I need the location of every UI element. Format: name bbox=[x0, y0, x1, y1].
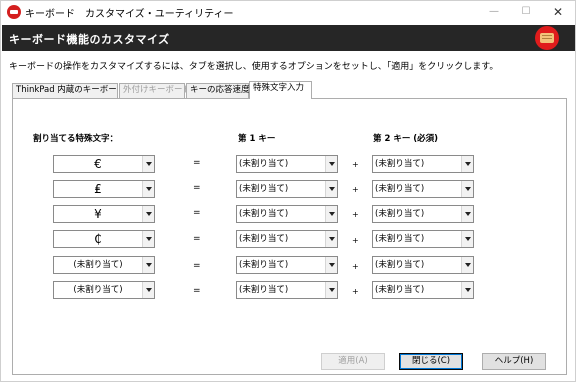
equals-sign: = bbox=[193, 208, 201, 218]
first-key-value: (未割り当て) bbox=[239, 260, 289, 270]
equals-sign: = bbox=[193, 286, 201, 296]
chevron-down-icon[interactable] bbox=[142, 181, 154, 197]
chevron-down-icon[interactable] bbox=[142, 156, 154, 172]
second-key-value: (未割り当て) bbox=[375, 285, 425, 295]
chevron-down-icon[interactable] bbox=[325, 181, 337, 197]
first-key-select[interactable]: (未割り当て) bbox=[236, 155, 338, 173]
chevron-down-icon[interactable] bbox=[325, 156, 337, 172]
special-char-select[interactable]: ₵ bbox=[53, 230, 155, 248]
special-char-select[interactable]: (未割り当て) bbox=[53, 281, 155, 299]
second-key-value: (未割り当て) bbox=[375, 159, 425, 169]
first-key-select[interactable]: (未割り当て) bbox=[236, 281, 338, 299]
special-char-select[interactable]: (未割り当て) bbox=[53, 256, 155, 274]
first-key-select[interactable]: (未割り当て) bbox=[236, 230, 338, 248]
chevron-down-icon[interactable] bbox=[461, 156, 473, 172]
header-title: キーボード機能のカスタマイズ bbox=[9, 33, 170, 46]
special-char-select[interactable]: ₤ bbox=[53, 180, 155, 198]
special-char-select[interactable]: € bbox=[53, 155, 155, 173]
plus-sign: + bbox=[352, 236, 359, 245]
chevron-down-icon[interactable] bbox=[325, 257, 337, 273]
plus-sign: + bbox=[352, 287, 359, 296]
chevron-down-icon[interactable] bbox=[142, 257, 154, 273]
chevron-down-icon[interactable] bbox=[461, 231, 473, 247]
special-char-select[interactable]: ¥ bbox=[53, 205, 155, 223]
help-button[interactable]: ヘルプ(H) bbox=[482, 353, 546, 370]
second-key-select[interactable]: (未割り当て) bbox=[372, 205, 474, 223]
column-header-key1: 第 1 キー bbox=[238, 134, 276, 144]
first-key-value: (未割り当て) bbox=[239, 285, 289, 295]
second-key-value: (未割り当て) bbox=[375, 260, 425, 270]
first-key-value: (未割り当て) bbox=[239, 209, 289, 219]
second-key-value: (未割り当て) bbox=[375, 209, 425, 219]
close-window-button[interactable]: ✕ bbox=[541, 1, 575, 23]
app-icon bbox=[7, 5, 21, 19]
equals-sign: = bbox=[193, 183, 201, 193]
column-header-key2: 第 2 キー (必須) bbox=[373, 134, 439, 144]
column-header-char: 割り当てる特殊文字： bbox=[33, 134, 119, 144]
first-key-value: (未割り当て) bbox=[239, 184, 289, 194]
second-key-select[interactable]: (未割り当て) bbox=[372, 180, 474, 198]
close-button[interactable]: 閉じる(C) bbox=[399, 353, 463, 370]
first-key-select[interactable]: (未割り当て) bbox=[236, 256, 338, 274]
header-band: キーボード機能のカスタマイズ bbox=[2, 25, 575, 51]
window-title: キーボード カスタマイズ・ユーティリティー bbox=[25, 9, 234, 20]
chevron-down-icon[interactable] bbox=[142, 282, 154, 298]
second-key-value: (未割り当て) bbox=[375, 184, 425, 194]
chevron-down-icon[interactable] bbox=[461, 257, 473, 273]
tab-key-response[interactable]: キーの応答速度 bbox=[186, 83, 250, 98]
plus-sign: + bbox=[352, 262, 359, 271]
apply-button: 適用(A) bbox=[321, 353, 385, 370]
plus-sign: + bbox=[352, 210, 359, 219]
keyboard-icon bbox=[535, 26, 559, 50]
special-char-value: ₵ bbox=[94, 232, 102, 246]
chevron-down-icon[interactable] bbox=[325, 282, 337, 298]
maximize-button[interactable]: ☐ bbox=[509, 1, 543, 23]
description-text: キーボードの操作をカスタマイズするには、タブを選択し、使用するオプションをセット… bbox=[9, 62, 499, 72]
customize-window: キーボード カスタマイズ・ユーティリティー — ☐ ✕ キーボード機能のカスタマ… bbox=[0, 0, 576, 382]
special-char-value: (未割り当て) bbox=[73, 285, 123, 295]
second-key-select[interactable]: (未割り当て) bbox=[372, 230, 474, 248]
special-char-value: ₤ bbox=[94, 182, 102, 196]
plus-sign: + bbox=[352, 160, 359, 169]
second-key-value: (未割り当て) bbox=[375, 234, 425, 244]
chevron-down-icon[interactable] bbox=[142, 231, 154, 247]
tab-thinkpad-keyboard[interactable]: ThinkPad 内蔵のキーボード bbox=[12, 83, 125, 98]
second-key-select[interactable]: (未割り当て) bbox=[372, 256, 474, 274]
first-key-value: (未割り当て) bbox=[239, 159, 289, 169]
minimize-button[interactable]: — bbox=[477, 1, 511, 23]
first-key-value: (未割り当て) bbox=[239, 234, 289, 244]
tab-external-keyboard: 外付けキーボード bbox=[119, 83, 191, 98]
second-key-select[interactable]: (未割り当て) bbox=[372, 281, 474, 299]
title-bar[interactable]: キーボード カスタマイズ・ユーティリティー — ☐ ✕ bbox=[1, 1, 575, 23]
plus-sign: + bbox=[352, 185, 359, 194]
equals-sign: = bbox=[193, 261, 201, 271]
special-char-value: € bbox=[94, 157, 102, 171]
special-char-value: (未割り当て) bbox=[73, 260, 123, 270]
special-char-value: ¥ bbox=[94, 207, 102, 221]
tab-special-characters[interactable]: 特殊文字入力 bbox=[249, 81, 312, 99]
chevron-down-icon[interactable] bbox=[142, 206, 154, 222]
chevron-down-icon[interactable] bbox=[461, 206, 473, 222]
first-key-select[interactable]: (未割り当て) bbox=[236, 180, 338, 198]
equals-sign: = bbox=[193, 158, 201, 168]
second-key-select[interactable]: (未割り当て) bbox=[372, 155, 474, 173]
chevron-down-icon[interactable] bbox=[325, 206, 337, 222]
chevron-down-icon[interactable] bbox=[461, 282, 473, 298]
equals-sign: = bbox=[193, 234, 201, 244]
first-key-select[interactable]: (未割り当て) bbox=[236, 205, 338, 223]
chevron-down-icon[interactable] bbox=[461, 181, 473, 197]
chevron-down-icon[interactable] bbox=[325, 231, 337, 247]
